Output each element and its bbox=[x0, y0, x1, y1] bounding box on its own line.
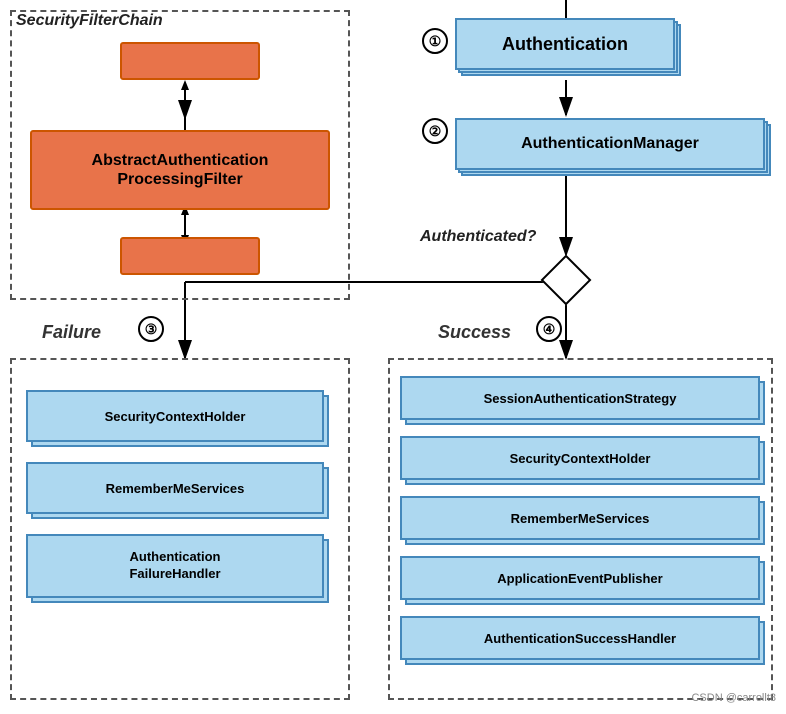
success-label: Success bbox=[438, 322, 511, 343]
success-node-4-label: ApplicationEventPublisher bbox=[497, 571, 662, 586]
authenticated-label: Authenticated? bbox=[420, 228, 536, 246]
orange-bar-top bbox=[120, 42, 260, 80]
failure-label: Failure bbox=[42, 322, 101, 343]
failure-badge: ③ bbox=[138, 316, 164, 342]
success-node-5-label: AuthenticationSuccessHandler bbox=[484, 631, 676, 646]
failure-node-1-label: SecurityContextHolder bbox=[105, 409, 246, 424]
abstract-filter-box: AbstractAuthenticationProcessingFilter bbox=[30, 130, 330, 210]
authentication-label: Authentication bbox=[502, 34, 628, 55]
success-badge: ④ bbox=[536, 316, 562, 342]
auth-manager-label: AuthenticationManager bbox=[521, 135, 699, 153]
failure-node-2-label: RememberMeServices bbox=[106, 481, 245, 496]
badge-1: ① bbox=[422, 28, 448, 54]
diagram-container: SecurityFilterChain AbstractAuthenticati… bbox=[0, 0, 786, 714]
watermark: CSDN @carrollt8 bbox=[691, 692, 776, 704]
failure-node-3-label: AuthenticationFailureHandler bbox=[129, 549, 220, 583]
success-node-2-label: SecurityContextHolder bbox=[510, 451, 651, 466]
badge-2: ② bbox=[422, 118, 448, 144]
abstract-filter-label: AbstractAuthenticationProcessingFilter bbox=[92, 151, 269, 189]
filter-chain-label: SecurityFilterChain bbox=[16, 12, 163, 30]
diamond-shape bbox=[541, 255, 592, 306]
success-node-1-label: SessionAuthenticationStrategy bbox=[484, 391, 677, 406]
success-node-3-label: RememberMeServices bbox=[511, 511, 650, 526]
orange-bar-bottom bbox=[120, 237, 260, 275]
